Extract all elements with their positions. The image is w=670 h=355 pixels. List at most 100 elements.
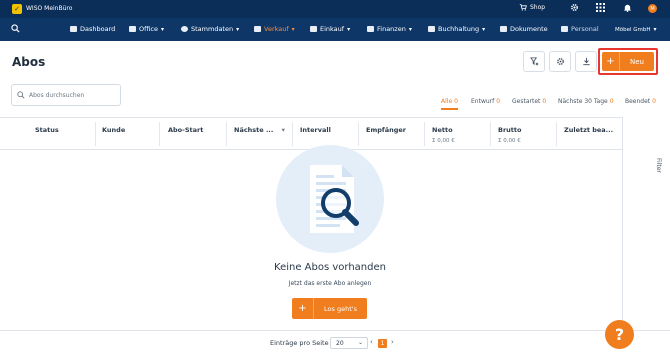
- per-page-select[interactable]: 20 ⌄: [330, 337, 368, 349]
- current-page[interactable]: 1: [378, 339, 387, 348]
- per-page-label: Einträge pro Seite: [270, 339, 329, 347]
- bell-icon[interactable]: [623, 3, 632, 12]
- gear-icon[interactable]: [570, 3, 579, 12]
- previous-page-button[interactable]: ‹: [370, 338, 373, 346]
- column-label: Kunde: [102, 126, 126, 134]
- tab-label: Alle: [441, 98, 453, 105]
- column-resize-handle[interactable]: [292, 122, 293, 146]
- column-label: Intervall: [300, 126, 331, 134]
- app-name: WISO MeinBüro: [26, 5, 73, 12]
- nav-einkauf[interactable]: Einkauf ▾: [310, 25, 350, 33]
- chevron-down-icon: ▾: [347, 25, 351, 33]
- tab-label: Entwurf: [471, 98, 495, 105]
- plus-icon: +: [602, 52, 620, 71]
- nav-buchhaltung[interactable]: Buchhaltung ▾: [428, 25, 485, 33]
- filter-clear-icon: [529, 57, 538, 66]
- nav-stammdaten[interactable]: Stammdaten ▾: [181, 25, 239, 33]
- tab-naechste-30-tage[interactable]: Nächste 30 Tage 0: [558, 98, 614, 105]
- column-kunde[interactable]: Kunde: [102, 118, 125, 151]
- chevron-down-icon: ⌄: [357, 339, 363, 346]
- chevron-down-icon: ▾: [482, 25, 486, 33]
- brutto-sum: Σ 0,00 €: [498, 138, 521, 144]
- column-label: Empfänger: [366, 126, 406, 134]
- empty-state-subtitle: Jetzt das erste Abo anlegen: [288, 280, 372, 287]
- tab-label: Gestartet: [512, 98, 541, 105]
- column-zuletzt-bearbeitet[interactable]: Zuletzt bea...: [564, 118, 613, 151]
- per-page-value: 20: [336, 340, 344, 347]
- get-started-button[interactable]: + Los geht's: [292, 298, 367, 319]
- nav-personal[interactable]: Personal: [561, 25, 599, 33]
- nav-einkauf-label: Einkauf: [320, 25, 345, 33]
- nav-dokumente-label: Dokumente: [510, 25, 548, 33]
- column-resize-handle[interactable]: [95, 122, 96, 146]
- nav-office-label: Office: [139, 25, 158, 33]
- column-label: Status: [35, 126, 59, 134]
- nav-verkauf[interactable]: Verkauf ▾: [254, 25, 295, 33]
- column-resize-handle[interactable]: [490, 122, 491, 146]
- nav-buchhaltung-label: Buchhaltung: [438, 25, 480, 33]
- get-started-label: Los geht's: [324, 304, 357, 313]
- search-input[interactable]: [29, 89, 117, 102]
- clear-filter-button[interactable]: [523, 51, 545, 72]
- nav-dashboard[interactable]: Dashboard: [70, 25, 115, 33]
- chevron-down-icon: ▾: [236, 25, 240, 33]
- column-label: Nächste ...: [234, 126, 274, 134]
- help-icon: ?: [614, 325, 625, 344]
- search-field[interactable]: [11, 84, 121, 106]
- nav-dashboard-label: Dashboard: [80, 25, 116, 33]
- column-resize-handle[interactable]: [226, 122, 227, 146]
- settings-button[interactable]: [549, 51, 571, 72]
- nav-finanzen-label: Finanzen: [377, 25, 406, 33]
- avatar[interactable]: M: [648, 4, 657, 13]
- chevron-down-icon: ▾: [653, 26, 657, 33]
- app-logo-icon[interactable]: ✓: [12, 4, 22, 14]
- tab-count: 0: [609, 98, 614, 105]
- apps-grid-icon[interactable]: [596, 3, 605, 12]
- nav-stammdaten-label: Stammdaten: [191, 25, 234, 33]
- help-button[interactable]: ?: [605, 320, 634, 349]
- next-page-button[interactable]: ›: [391, 338, 394, 346]
- tab-label: Nächste 30 Tage: [558, 98, 608, 105]
- column-resize-handle[interactable]: [424, 122, 425, 146]
- chevron-down-icon: ▾: [408, 25, 412, 33]
- filter-panel-toggle[interactable]: Filter: [655, 158, 662, 173]
- column-resize-handle[interactable]: [159, 122, 160, 146]
- office-icon: [129, 26, 136, 32]
- column-resize-handle[interactable]: [358, 122, 359, 146]
- new-abo-button[interactable]: + Neu: [602, 52, 654, 71]
- column-netto[interactable]: Netto Σ 0,00 €: [432, 118, 455, 151]
- tab-gestartet[interactable]: Gestartet 0: [512, 98, 546, 105]
- column-resize-handle[interactable]: [556, 122, 557, 146]
- nav-office[interactable]: Office ▾: [129, 25, 164, 33]
- gear-icon: [556, 58, 564, 65]
- nav-dokumente[interactable]: Dokumente: [500, 25, 548, 33]
- personal-icon: [561, 26, 568, 32]
- documents-icon: [500, 26, 507, 32]
- tab-count: 0: [496, 98, 501, 105]
- page-title: Abos: [12, 55, 46, 69]
- company-switcher[interactable]: Möbel GmbH ▾: [615, 26, 657, 33]
- tab-beendet[interactable]: Beendet 0: [625, 98, 656, 105]
- nav-verkauf-label: Verkauf: [264, 25, 289, 33]
- nav-personal-label: Personal: [571, 25, 599, 33]
- document-search-icon: [310, 165, 359, 233]
- shop-label: Shop: [530, 3, 546, 11]
- company-name: Möbel GmbH: [615, 26, 651, 33]
- accounting-icon: [428, 26, 435, 32]
- column-status[interactable]: Status: [35, 118, 59, 151]
- chevron-down-icon: ▾: [291, 25, 295, 33]
- column-label: Brutto: [498, 126, 522, 134]
- column-brutto[interactable]: Brutto Σ 0,00 €: [498, 118, 521, 151]
- plus-icon: +: [292, 298, 314, 319]
- tab-entwurf[interactable]: Entwurf 0: [471, 98, 500, 105]
- empty-state-illustration: [276, 145, 384, 253]
- download-icon: [582, 57, 590, 66]
- column-abo-start[interactable]: Abo-Start: [168, 118, 203, 151]
- filter-side-panel: [622, 117, 670, 330]
- search-icon[interactable]: [11, 24, 20, 35]
- dashboard-icon: [70, 26, 77, 32]
- nav-finanzen[interactable]: Finanzen ▾: [367, 25, 412, 33]
- export-button[interactable]: [575, 51, 597, 72]
- shop-link[interactable]: Shop: [519, 3, 545, 11]
- tab-alle[interactable]: Alle 0: [441, 98, 458, 110]
